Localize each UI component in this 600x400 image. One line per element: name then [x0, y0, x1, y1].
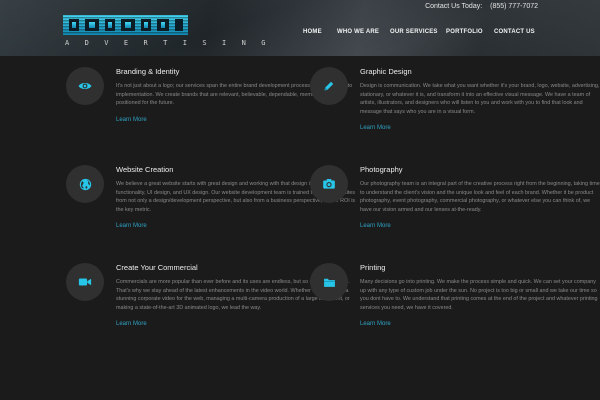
service-icon-circle	[310, 165, 348, 203]
service-icon-circle	[310, 67, 348, 105]
camera-icon	[323, 179, 335, 189]
nav-our-services[interactable]: OUR SERVICES	[390, 29, 438, 35]
pencil-icon	[324, 81, 334, 91]
service-icon-circle	[66, 165, 104, 203]
service-printing: Printing Many decisions go into printing…	[310, 263, 600, 330]
nav-portfolio[interactable]: PORTFOLIO	[446, 29, 483, 35]
service-title: Graphic Design	[360, 67, 412, 76]
service-icon-circle	[310, 263, 348, 301]
nav-home[interactable]: HOME	[303, 29, 322, 35]
learn-more-link[interactable]: Learn More	[360, 223, 391, 229]
video-camera-icon	[78, 278, 92, 286]
service-title: Printing	[360, 263, 386, 272]
service-description: Design is communication. We take what yo…	[360, 83, 600, 115]
service-icon-circle	[66, 67, 104, 105]
folder-icon	[323, 278, 335, 287]
learn-more-link[interactable]: Learn More	[360, 125, 391, 131]
service-title: Photography	[360, 165, 403, 174]
logo-tagline: A D V E R T I S I N G	[65, 39, 272, 47]
globe-icon	[79, 178, 91, 190]
learn-more-link[interactable]: Learn More	[116, 223, 147, 229]
contact-label: Contact Us Today:	[425, 3, 483, 10]
nav-who-we-are[interactable]: WHO WE ARE	[337, 29, 379, 35]
learn-more-link[interactable]: Learn More	[116, 321, 147, 327]
service-graphic-design: Graphic Design Design is communication. …	[310, 67, 600, 134]
learn-more-link[interactable]: Learn More	[360, 321, 391, 327]
topbar: Contact Us Today: (855) 777-7072	[425, 3, 538, 10]
service-photography: Photography Our photography team is an i…	[310, 165, 600, 232]
main-nav: HOME WHO WE ARE OUR SERVICES PORTFOLIO C…	[0, 29, 600, 39]
site-header: Contact Us Today: (855) 777-7072 A D V E…	[0, 0, 600, 56]
service-description: Many decisions go into printing. We make…	[360, 279, 598, 311]
service-icon-circle	[66, 263, 104, 301]
phone-link[interactable]: (855) 777-7072	[490, 3, 538, 10]
service-description: Our photography team is an integral part…	[360, 181, 600, 213]
nav-contact-us[interactable]: CONTACT US	[494, 29, 535, 35]
eye-icon	[78, 82, 92, 90]
learn-more-link[interactable]: Learn More	[116, 117, 147, 123]
